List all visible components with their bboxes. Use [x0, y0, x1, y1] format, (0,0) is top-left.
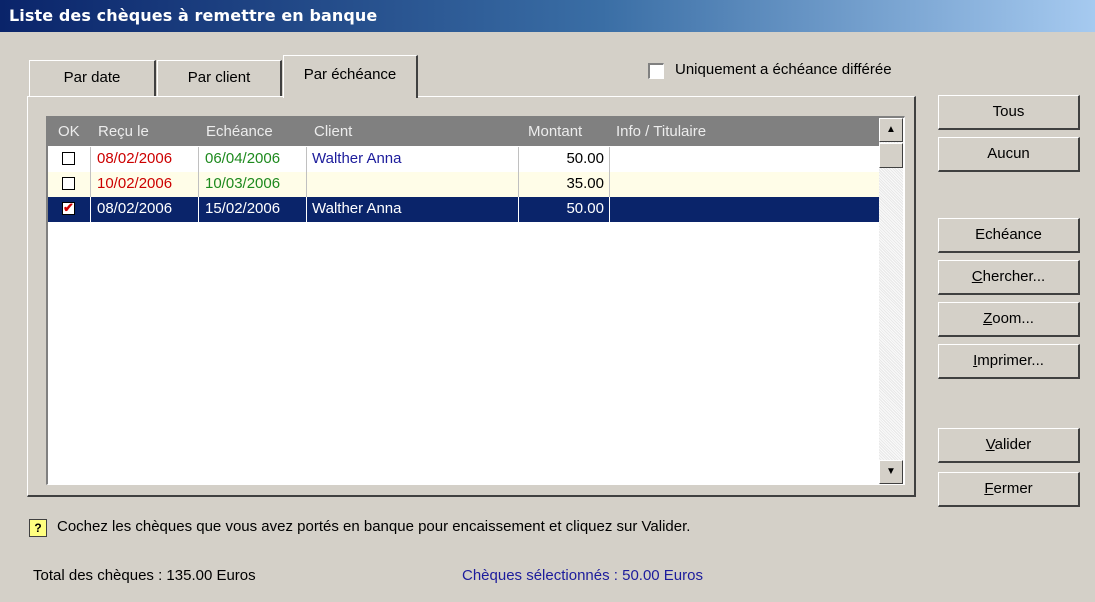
fermer-label: ermer [993, 480, 1033, 497]
help-question-icon: ? [29, 519, 47, 537]
valider-label: alider [994, 436, 1032, 453]
dialog-window: Liste des chèques à remettre en banque P… [0, 0, 1095, 602]
fermer-button[interactable]: Fermer [938, 472, 1080, 507]
chercher-button[interactable]: Chercher... [938, 260, 1080, 295]
table-row[interactable]: 08/02/2006 06/04/2006 Walther Anna 50.00 [48, 147, 879, 172]
fermer-mnemonic: F [984, 480, 994, 497]
cell-echeance: 15/02/2006 [205, 200, 281, 217]
table-row-selected[interactable]: 08/02/2006 15/02/2006 Walther Anna 50.00 [48, 197, 879, 222]
column-header-info[interactable]: Info / Titulaire [616, 123, 706, 140]
tab-par-echeance[interactable]: Par échéance [283, 55, 418, 98]
window-title: Liste des chèques à remettre en banque [9, 6, 378, 25]
list-header: OK Reçu le Echéance Client Montant Info … [48, 118, 879, 146]
zoom-button[interactable]: Zoom... [938, 302, 1080, 337]
row-ok-checkbox[interactable] [62, 177, 75, 190]
scroll-thumb[interactable] [879, 143, 903, 168]
chercher-label: hercher... [982, 268, 1046, 285]
arrow-down-icon[interactable]: ▼ [879, 460, 903, 484]
column-header-recu[interactable]: Reçu le [98, 123, 149, 140]
deferred-only-checkbox[interactable] [648, 63, 664, 79]
cell-echeance: 06/04/2006 [205, 150, 281, 167]
column-header-client[interactable]: Client [314, 123, 352, 140]
selected-cheques: Chèques sélectionnés : 50.00 Euros [462, 567, 703, 584]
title-bar[interactable]: Liste des chèques à remettre en banque [0, 0, 1095, 32]
cell-montant: 50.00 [566, 200, 604, 217]
zoom-mnemonic: Z [983, 310, 993, 327]
column-header-montant[interactable]: Montant [528, 123, 582, 140]
vertical-scrollbar[interactable]: ▲ ▼ [879, 118, 903, 484]
tab-par-client[interactable]: Par client [157, 60, 282, 96]
imprimer-label: mprimer... [977, 352, 1044, 369]
total-cheques: Total des chèques : 135.00 Euros [33, 567, 256, 584]
tab-par-date[interactable]: Par date [29, 60, 156, 96]
imprimer-button[interactable]: Imprimer... [938, 344, 1080, 379]
cell-client: Walther Anna [312, 200, 402, 217]
zoom-label: oom... [992, 310, 1034, 327]
cell-recu: 08/02/2006 [97, 200, 173, 217]
hint-text: Cochez les chèques que vous avez portés … [57, 518, 691, 535]
deferred-only-label: Uniquement a échéance différée [675, 61, 892, 78]
valider-button[interactable]: Valider [938, 428, 1080, 463]
cell-recu: 08/02/2006 [97, 150, 173, 167]
tous-button[interactable]: Tous [938, 95, 1080, 130]
echeance-button[interactable]: Echéance [938, 218, 1080, 253]
cell-montant: 50.00 [566, 150, 604, 167]
cell-client: Walther Anna [312, 150, 402, 167]
table-row[interactable]: 10/02/2006 10/03/2006 35.00 [48, 172, 879, 197]
arrow-up-icon[interactable]: ▲ [879, 118, 903, 142]
cell-montant: 35.00 [566, 175, 604, 192]
cell-recu: 10/02/2006 [97, 175, 173, 192]
cheques-list[interactable]: OK Reçu le Echéance Client Montant Info … [46, 116, 905, 485]
chercher-mnemonic: C [971, 268, 983, 285]
row-ok-checkbox[interactable] [62, 152, 75, 165]
column-header-echeance[interactable]: Echéance [206, 123, 273, 140]
aucun-button[interactable]: Aucun [938, 137, 1080, 172]
column-header-ok[interactable]: OK [58, 123, 80, 140]
cell-echeance: 10/03/2006 [205, 175, 281, 192]
row-ok-checkbox-checked[interactable] [62, 200, 75, 216]
valider-mnemonic: V [985, 436, 995, 453]
